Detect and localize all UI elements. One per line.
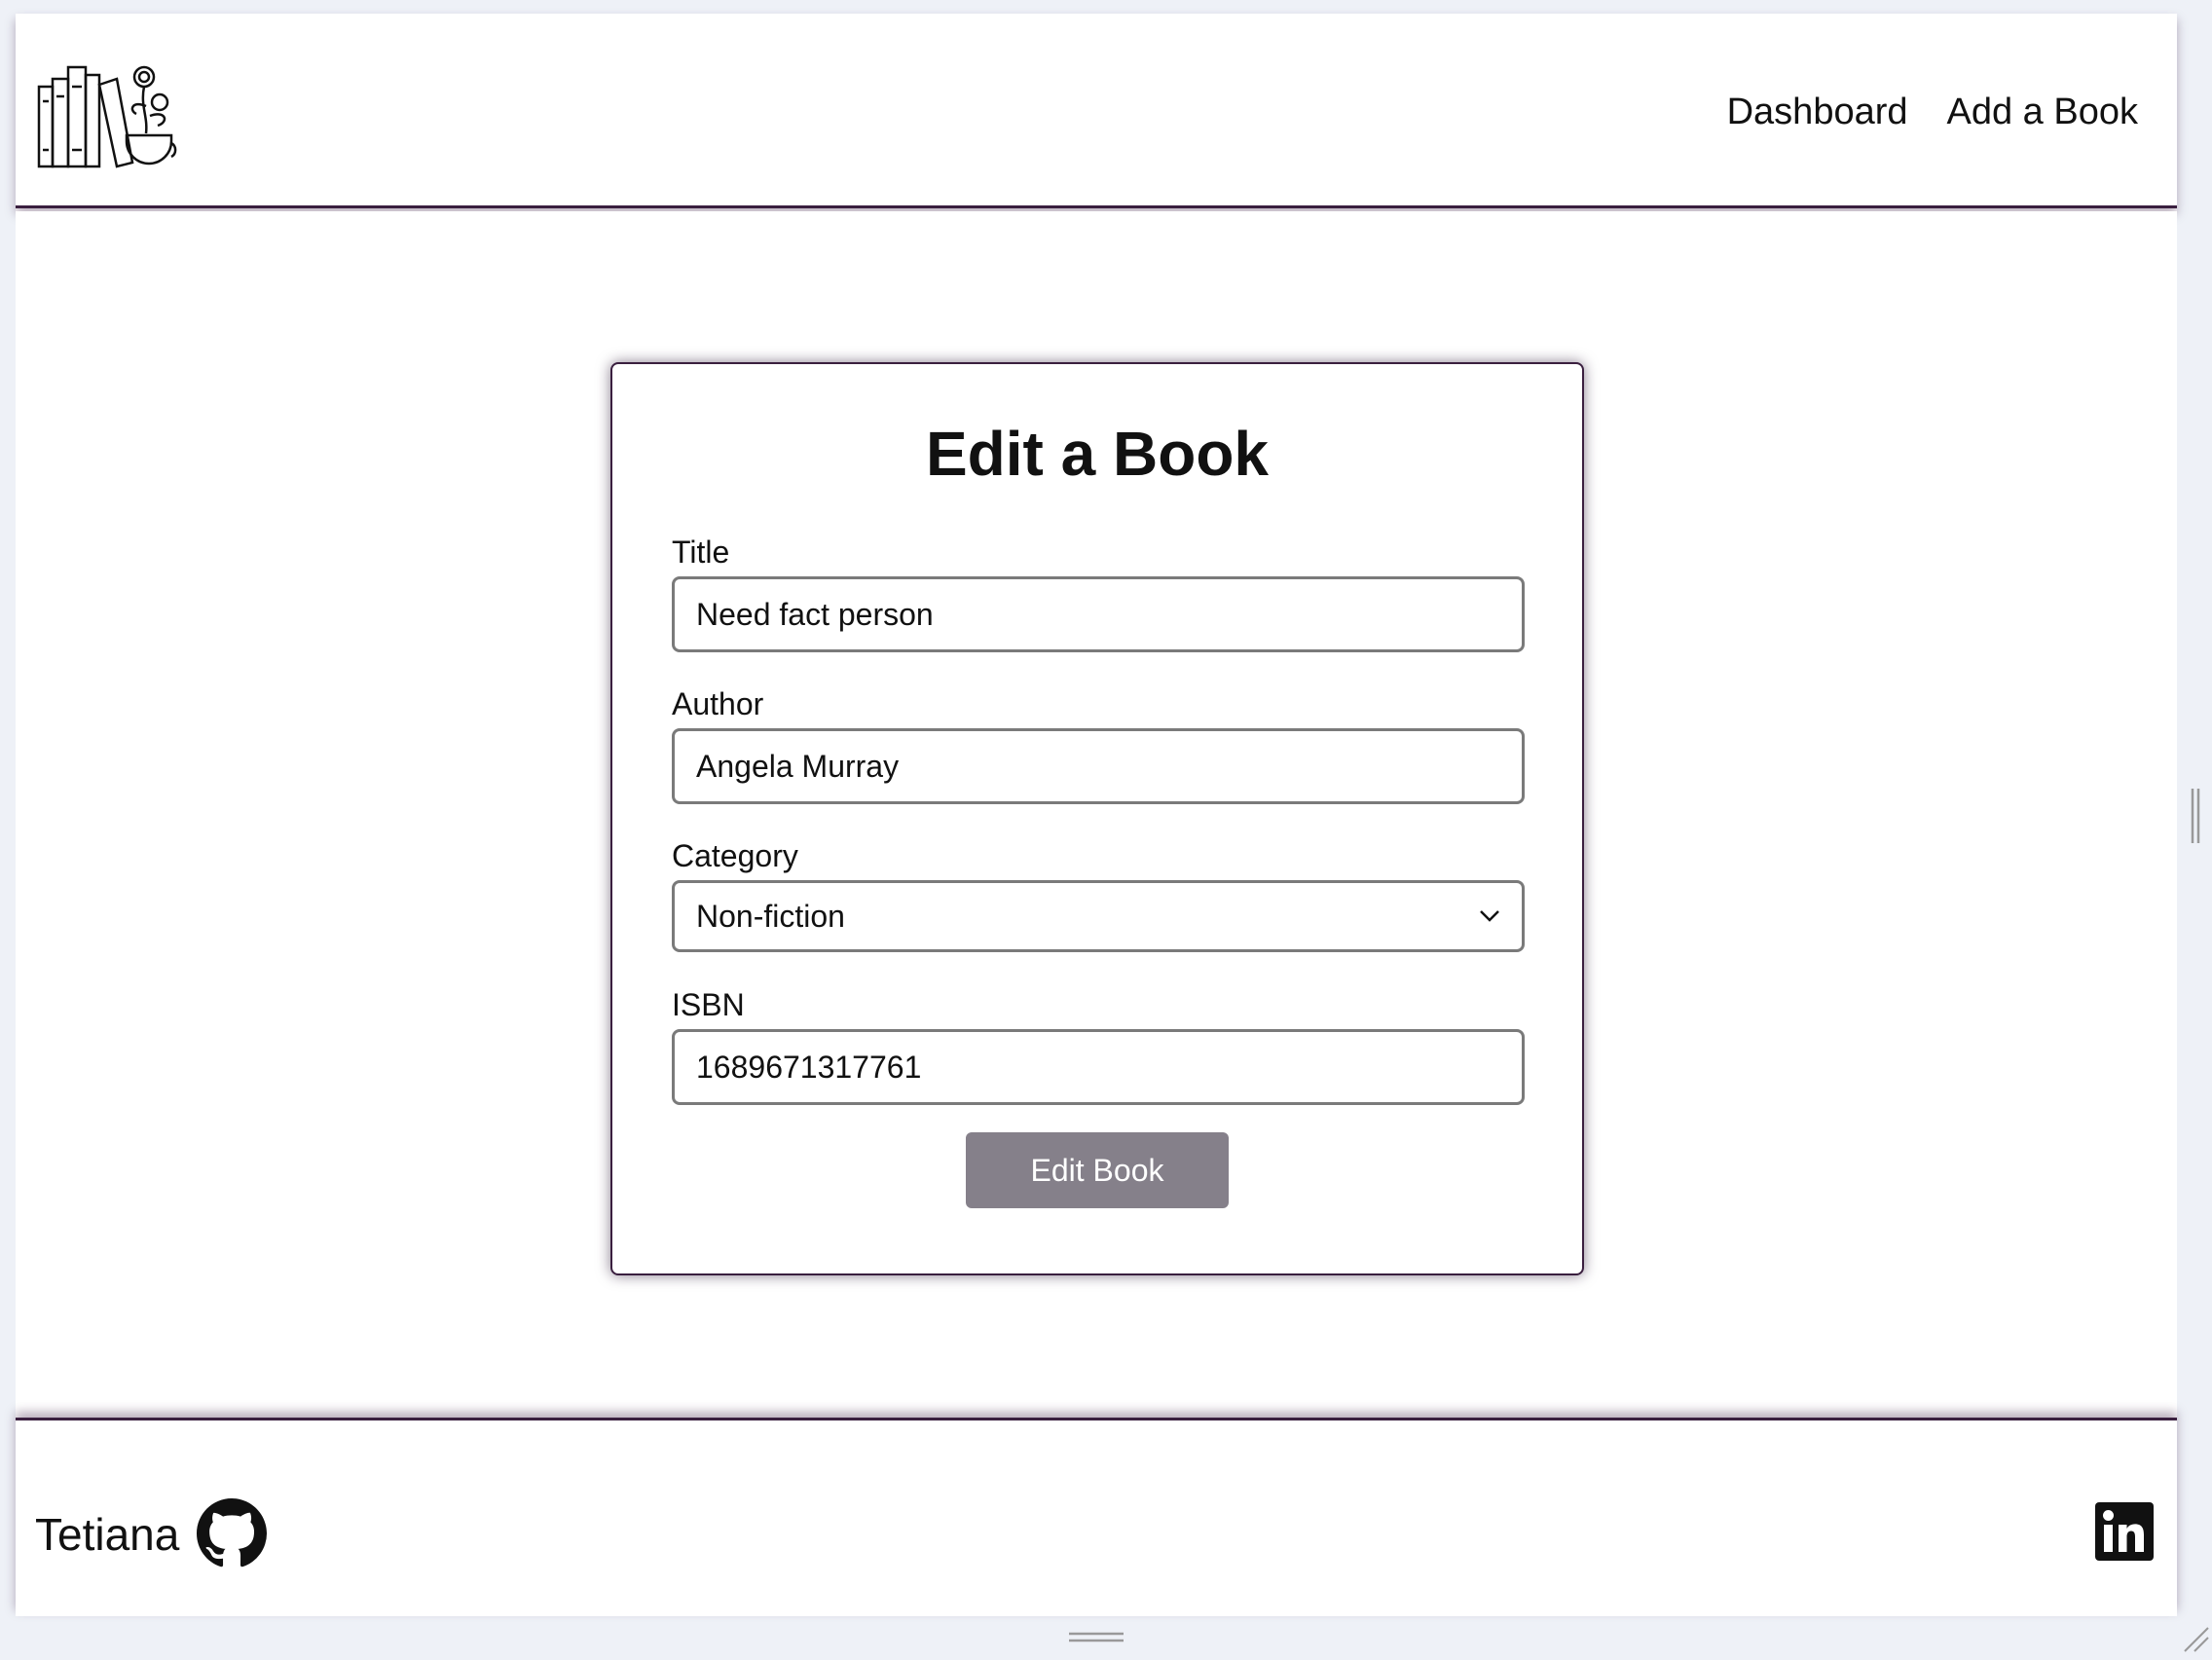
- app-window: Dashboard Add a Book Edit a Book Title A…: [16, 14, 2177, 1616]
- main-nav: Dashboard Add a Book: [1727, 92, 2138, 133]
- title-label: Title: [672, 535, 730, 570]
- site-header: Dashboard Add a Book: [16, 14, 2177, 208]
- page-title: Edit a Book: [925, 419, 1270, 489]
- title-field-group: Title: [672, 535, 1525, 652]
- books-coffee-logo[interactable]: [35, 57, 181, 174]
- category-select[interactable]: Non-fiction: [672, 880, 1525, 952]
- author-input[interactable]: [672, 728, 1525, 804]
- site-footer: Tetiana: [16, 1418, 2177, 1616]
- edit-book-card: Edit a Book Title Author Category Non-fi…: [610, 362, 1584, 1275]
- title-input[interactable]: [672, 576, 1525, 652]
- author-label: Author: [672, 686, 764, 721]
- isbn-field-group: ISBN: [672, 987, 1525, 1105]
- isbn-input[interactable]: [672, 1029, 1525, 1105]
- main-content: Edit a Book Title Author Category Non-fi…: [16, 211, 2177, 1431]
- nav-add-book-link[interactable]: Add a Book: [1947, 92, 2138, 133]
- bottom-resize-handle[interactable]: [1069, 1632, 1124, 1643]
- github-icon[interactable]: [197, 1498, 267, 1568]
- corner-resize-grip[interactable]: [2181, 1624, 2210, 1653]
- nav-dashboard-link[interactable]: Dashboard: [1727, 92, 1908, 133]
- category-selected-value: Non-fiction: [696, 898, 845, 934]
- category-field-group: Category Non-fiction: [672, 838, 1525, 952]
- side-resize-handle[interactable]: [2191, 789, 2200, 843]
- linkedin-icon[interactable]: [2095, 1502, 2154, 1561]
- footer-author-name: Tetiana: [35, 1509, 180, 1560]
- chevron-down-icon: [1480, 910, 1499, 922]
- edit-book-button[interactable]: Edit Book: [966, 1132, 1229, 1208]
- author-field-group: Author: [672, 686, 1525, 804]
- category-label: Category: [672, 838, 798, 873]
- isbn-label: ISBN: [672, 987, 745, 1022]
